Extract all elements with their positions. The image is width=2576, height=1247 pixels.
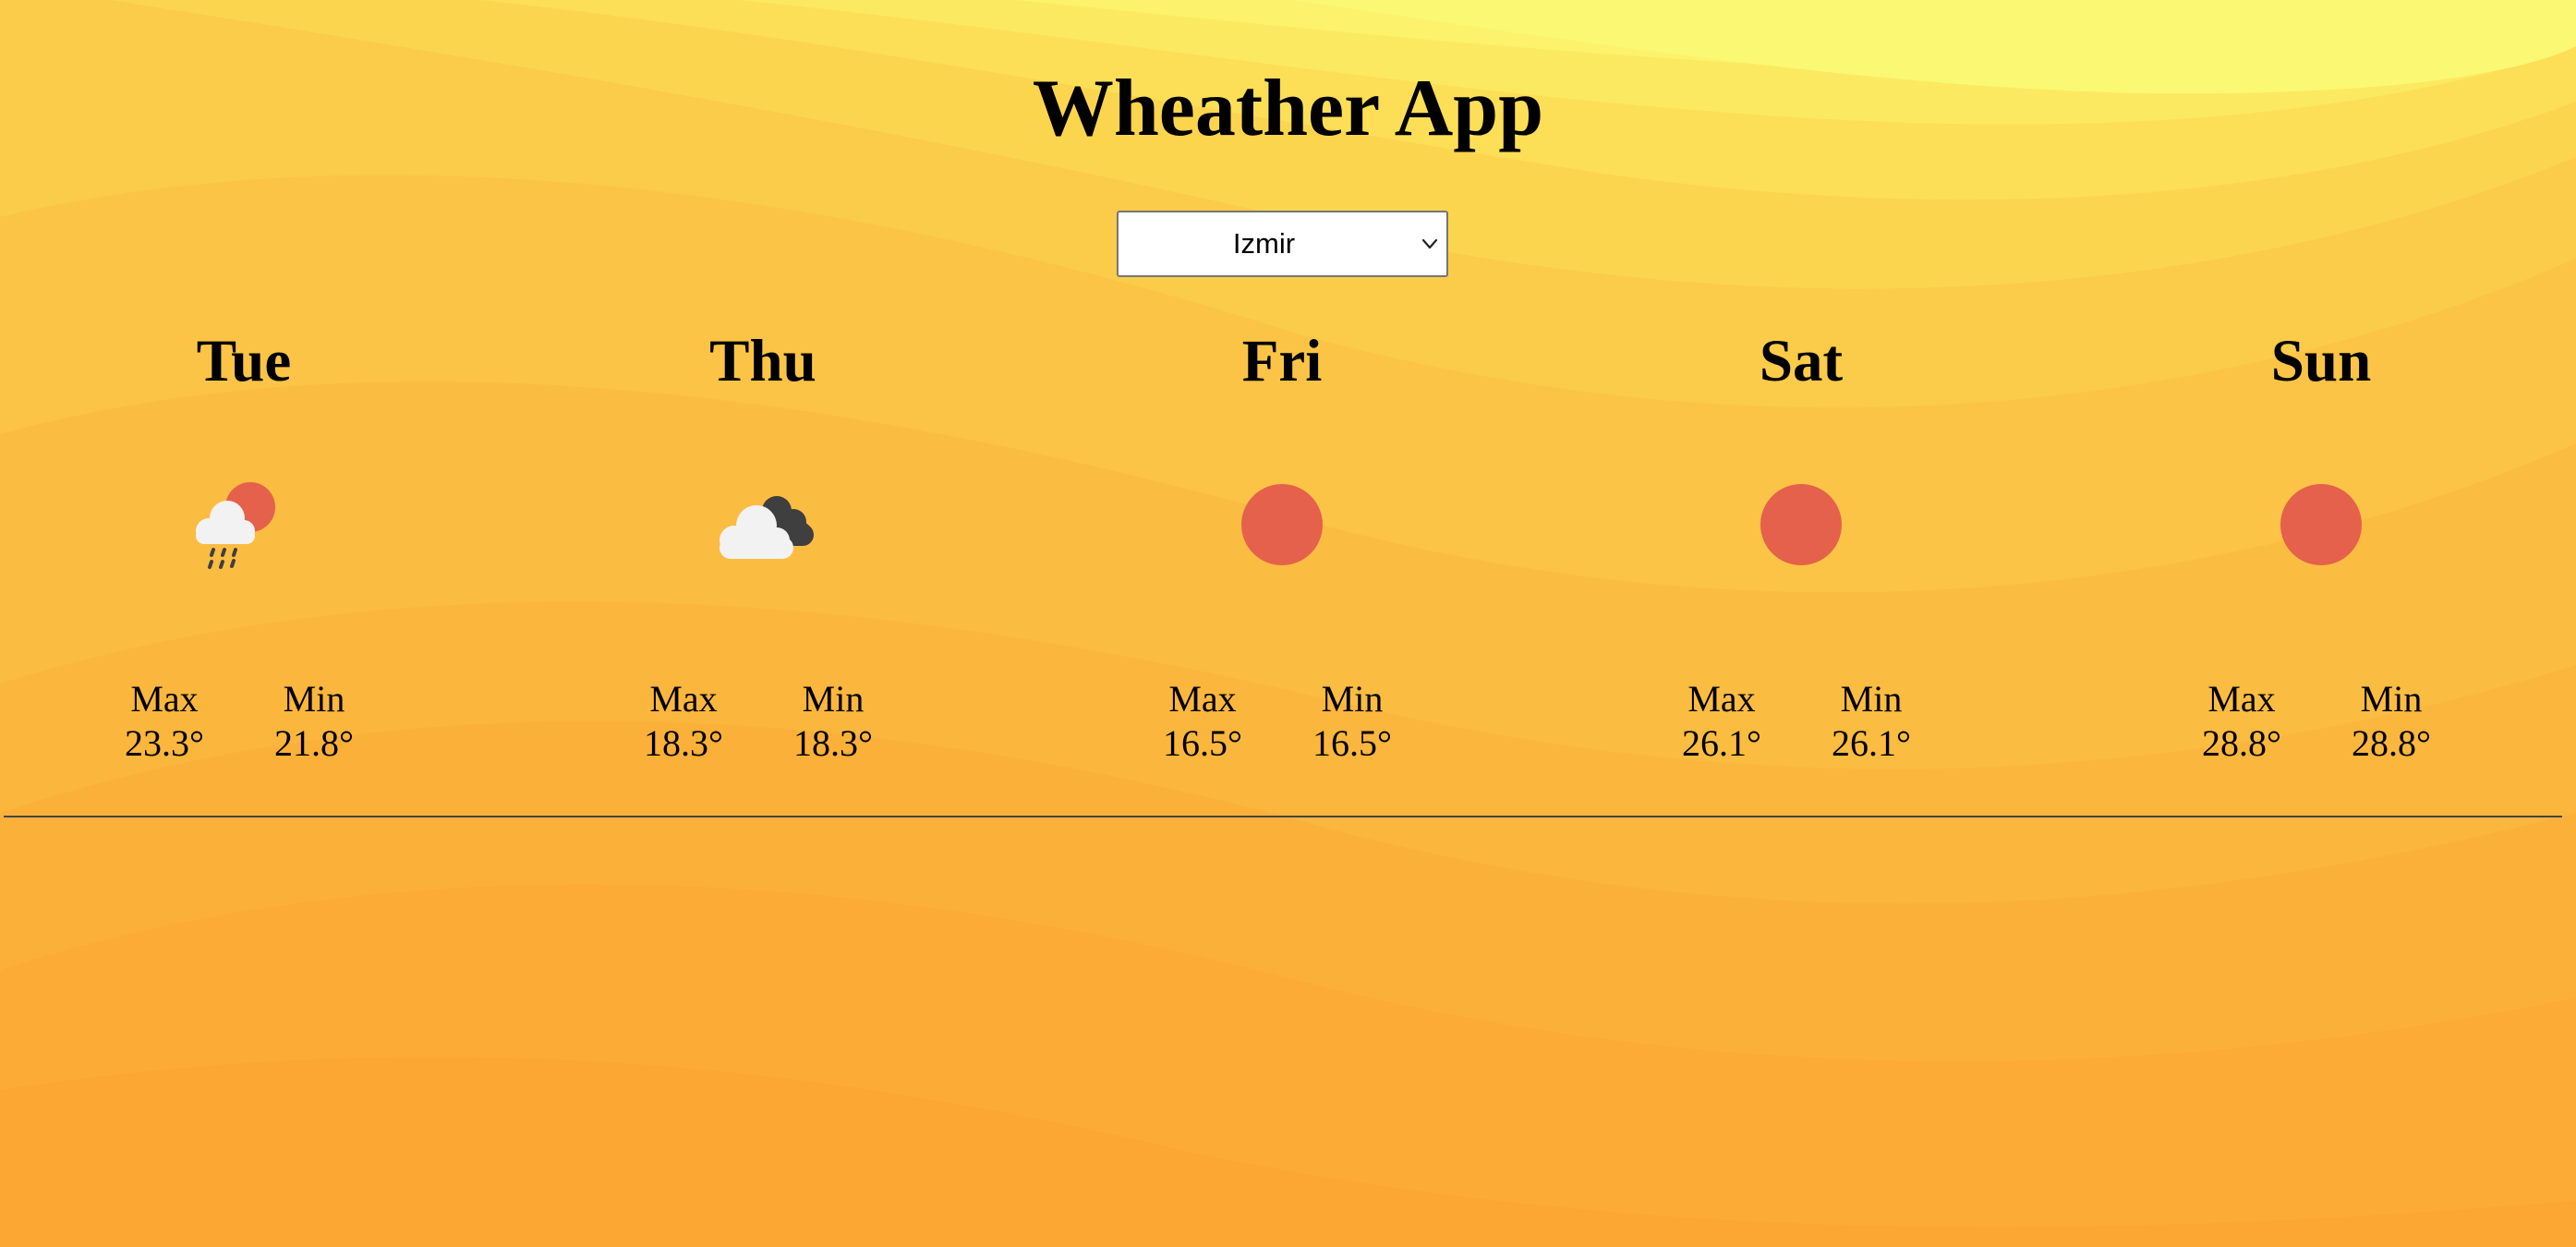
day-name: Sat: [1759, 328, 1844, 394]
max-label: Max: [649, 678, 718, 720]
min-label: Min: [802, 678, 865, 720]
max-label: Max: [1168, 678, 1237, 720]
max-label: Max: [2207, 678, 2276, 720]
rain-cloud-sun-icon: [196, 482, 275, 569]
max-value: 23.3°: [125, 722, 204, 764]
day-forecast-sun: Sun Max 28.8° Min 28.8°: [2136, 319, 2506, 781]
min-temperature: Min 18.3°: [768, 677, 898, 766]
app-title: Wheather App: [1032, 64, 1544, 153]
max-temperature: Max 23.3°: [100, 677, 229, 766]
day-name: Sun: [2270, 328, 2372, 394]
city-select-value: Izmir: [1232, 227, 1296, 260]
min-label: Min: [2360, 678, 2423, 720]
max-label: Max: [130, 678, 199, 720]
min-value: 16.5°: [1312, 722, 1392, 764]
min-label: Min: [1840, 678, 1903, 720]
city-select[interactable]: Izmir: [1117, 211, 1448, 277]
min-value: 18.3°: [793, 722, 873, 764]
day-forecast-sat: Sat Max 26.1° Min 26.1°: [1616, 319, 1986, 781]
max-value: 28.8°: [2202, 722, 2281, 764]
max-temperature: Max 28.8°: [2177, 677, 2306, 766]
min-label: Min: [1321, 678, 1384, 720]
max-temperature: Max 26.1°: [1657, 677, 1786, 766]
max-temperature: Max 16.5°: [1138, 677, 1267, 766]
sun-icon: [1760, 484, 1842, 565]
temperature-range: Max 28.8° Min 28.8°: [2136, 677, 2506, 769]
temperature-range: Max 26.1° Min 26.1°: [1616, 677, 1986, 769]
temperature-range: Max 18.3° Min 18.3°: [578, 677, 948, 769]
min-temperature: Min 26.1°: [1807, 677, 1936, 766]
divider: [4, 816, 2562, 817]
min-label: Min: [283, 678, 345, 720]
min-value: 26.1°: [1832, 722, 1911, 764]
max-value: 18.3°: [644, 722, 723, 764]
max-value: 16.5°: [1163, 722, 1242, 764]
min-temperature: Min 16.5°: [1288, 677, 1417, 766]
min-temperature: Min 28.8°: [2327, 677, 2456, 766]
weather-app: Wheather App Izmir Tue Max 23.3° Min 21.…: [0, 0, 2576, 1247]
min-value: 21.8°: [274, 722, 354, 764]
max-value: 26.1°: [1682, 722, 1761, 764]
max-label: Max: [1687, 678, 1756, 720]
min-temperature: Min 21.8°: [249, 677, 379, 766]
sun-icon: [2280, 484, 2362, 565]
temperature-range: Max 23.3° Min 21.8°: [59, 677, 429, 769]
day-name: Fri: [1241, 328, 1323, 394]
day-forecast-thu: Thu Max 18.3° Min 18.3°: [578, 319, 948, 781]
min-value: 28.8°: [2352, 722, 2431, 764]
day-forecast-tue: Tue Max 23.3° Min 21.8°: [59, 319, 429, 781]
cloudy-icon: [720, 496, 814, 559]
day-name: Thu: [709, 328, 816, 394]
max-temperature: Max 18.3°: [619, 677, 748, 766]
day-name: Tue: [196, 328, 292, 394]
chevron-down-icon: [1421, 238, 1438, 249]
day-forecast-fri: Fri Max 16.5° Min 16.5°: [1097, 319, 1467, 781]
sun-icon: [1241, 484, 1323, 565]
temperature-range: Max 16.5° Min 16.5°: [1097, 677, 1467, 769]
